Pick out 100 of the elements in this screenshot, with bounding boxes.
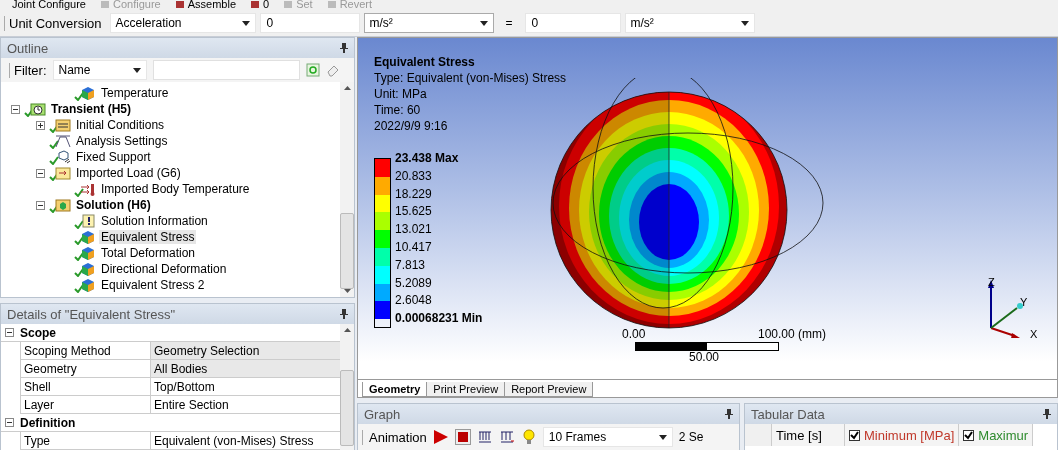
unit-dropdown[interactable]: m/s² bbox=[624, 13, 755, 33]
property-name: Shell bbox=[21, 378, 151, 395]
expand-icon[interactable] bbox=[36, 120, 45, 130]
toolbar-icon bbox=[283, 0, 294, 9]
filter-field[interactable] bbox=[152, 60, 300, 80]
scroll-up-icon[interactable] bbox=[343, 86, 351, 90]
clock-folder-icon bbox=[30, 102, 46, 116]
property-value[interactable]: Top/Bottom bbox=[151, 378, 340, 395]
tree-item[interactable]: Fixed Support bbox=[74, 150, 153, 164]
caret-icon bbox=[740, 20, 749, 26]
view-tab[interactable]: Report Preview bbox=[504, 382, 594, 397]
play-icon[interactable] bbox=[432, 429, 449, 445]
pin-icon[interactable] bbox=[725, 409, 733, 419]
section-header: Definition bbox=[20, 415, 76, 430]
bars-icon[interactable] bbox=[498, 429, 515, 445]
property-value[interactable]: Geometry Selection bbox=[151, 342, 340, 359]
column-header: Time [s] bbox=[776, 427, 822, 443]
tree-item[interactable]: Total Deformation bbox=[99, 246, 198, 260]
section-header: Scope bbox=[20, 325, 56, 340]
duration-label: 2 Se bbox=[678, 430, 704, 444]
collapse-icon[interactable] bbox=[11, 104, 20, 114]
panel-title: Tabular Data bbox=[751, 406, 825, 422]
folder-icon bbox=[55, 118, 71, 132]
axis-label: Y bbox=[1020, 296, 1028, 308]
tree-item[interactable]: Transient (H5) bbox=[49, 102, 133, 116]
caret-icon bbox=[241, 20, 250, 26]
collapse-icon[interactable] bbox=[5, 328, 14, 337]
pin-icon[interactable] bbox=[340, 43, 348, 53]
tree-item[interactable]: Analysis Settings bbox=[74, 134, 170, 148]
result-cube-icon bbox=[80, 278, 96, 292]
frames-dropdown[interactable]: 10 Frames bbox=[542, 427, 673, 447]
tree-item[interactable]: Directional Deformation bbox=[99, 262, 229, 276]
column-header: Maximur bbox=[978, 427, 1029, 443]
caret-icon bbox=[132, 67, 141, 73]
tree-item[interactable]: Equivalent Stress bbox=[99, 230, 197, 244]
panel-title: Outline bbox=[7, 40, 49, 56]
legend-value: 10.417 bbox=[395, 239, 433, 256]
collapse-icon[interactable] bbox=[36, 168, 45, 178]
tree-item[interactable]: Imported Load (G6) bbox=[74, 166, 183, 180]
settings-icon bbox=[55, 134, 71, 148]
panel-title: Graph bbox=[364, 406, 401, 422]
toolbar-icon bbox=[250, 0, 260, 9]
view-tab[interactable]: Print Preview bbox=[426, 382, 506, 397]
checkbox[interactable] bbox=[963, 429, 975, 441]
arrow-folder-icon bbox=[55, 166, 71, 180]
toolbar-button[interactable]: Joint Configure bbox=[12, 0, 86, 10]
stop-icon[interactable] bbox=[454, 429, 471, 445]
legend-value: 18.229 bbox=[395, 185, 433, 203]
legend-value: 0.00068231 Min bbox=[395, 310, 483, 328]
panel-title: Details of "Equivalent Stress" bbox=[7, 306, 176, 322]
property-value[interactable]: Equivalent (von-Mises) Stress bbox=[151, 432, 340, 449]
support-cube-icon bbox=[55, 150, 71, 164]
toolbar-icon bbox=[100, 0, 110, 9]
toolbar-button[interactable]: Assemble bbox=[174, 0, 236, 10]
filter-dropdown[interactable]: Name bbox=[52, 60, 147, 80]
tree-item[interactable]: Imported Body Temperature bbox=[99, 182, 252, 196]
legend-value: 2.6048 bbox=[395, 292, 433, 310]
result-cube-icon bbox=[80, 246, 96, 260]
pin-icon[interactable] bbox=[1043, 409, 1051, 419]
legend-value: 7.813 bbox=[395, 256, 427, 274]
unit-dropdown[interactable]: m/s² bbox=[363, 13, 494, 33]
scroll-up-icon[interactable] bbox=[343, 328, 351, 332]
collapse-icon[interactable] bbox=[5, 418, 14, 427]
scale-label: 0.00 bbox=[622, 327, 646, 341]
refresh-icon[interactable] bbox=[305, 63, 320, 77]
tree-item[interactable]: Temperature bbox=[99, 86, 171, 100]
result-info: 2022/9/9 9:16 bbox=[374, 118, 449, 134]
value-field[interactable]: 0 bbox=[259, 13, 360, 33]
legend-value: 13.021 bbox=[395, 221, 433, 239]
scrollbar-thumb[interactable] bbox=[340, 370, 354, 446]
eraser-icon[interactable] bbox=[325, 63, 340, 77]
tree-item[interactable]: Solution (H6) bbox=[74, 198, 153, 212]
result-info: Type: Equivalent (von-Mises) Stress bbox=[374, 70, 567, 86]
scale-label: 100.00 (mm) bbox=[758, 327, 827, 341]
info-icon bbox=[80, 214, 96, 228]
quantity-dropdown[interactable]: Acceleration bbox=[109, 13, 256, 33]
property-name: Layer bbox=[21, 396, 151, 413]
collapse-icon[interactable] bbox=[36, 200, 45, 210]
bars-icon[interactable] bbox=[476, 429, 493, 445]
scrollbar-thumb[interactable] bbox=[340, 213, 354, 289]
toolbar-icon bbox=[174, 0, 185, 9]
property-name: Type bbox=[21, 432, 151, 449]
tree-item[interactable]: Solution Information bbox=[99, 214, 210, 228]
toolbar-icon bbox=[326, 0, 337, 9]
3d-viewport[interactable]: Equivalent Stress Type: Equivalent (von-Mises) Stress Unit: MPa Time: 60 2022/9/9 9:16 23.438 Max 20.833 18.229 15.625 13.021 10.417 7.813 5.2089 2.6048 0.00068231 Min 0.00 100.00 (mm) 50.00 Z Y X bbox=[357, 37, 1058, 380]
axis-label: X bbox=[1030, 328, 1038, 340]
property-value[interactable]: All Bodies bbox=[151, 360, 340, 377]
tree-item[interactable]: Initial Conditions bbox=[74, 118, 167, 132]
property-value[interactable]: Entire Section bbox=[151, 396, 340, 413]
legend-value: 15.625 bbox=[395, 203, 433, 221]
view-tab[interactable]: Geometry bbox=[362, 382, 428, 397]
pin-icon[interactable] bbox=[340, 309, 348, 319]
value-field[interactable]: 0 bbox=[524, 13, 621, 33]
checkbox[interactable] bbox=[849, 429, 860, 441]
light-bulb-icon[interactable] bbox=[520, 429, 537, 445]
tree-item[interactable]: Equivalent Stress 2 bbox=[99, 278, 207, 292]
legend-value: 20.833 bbox=[395, 167, 433, 185]
toolbar-button[interactable]: 0 bbox=[250, 0, 270, 10]
thermometer-icon bbox=[80, 182, 96, 196]
result-info: Unit: MPa bbox=[374, 86, 428, 102]
